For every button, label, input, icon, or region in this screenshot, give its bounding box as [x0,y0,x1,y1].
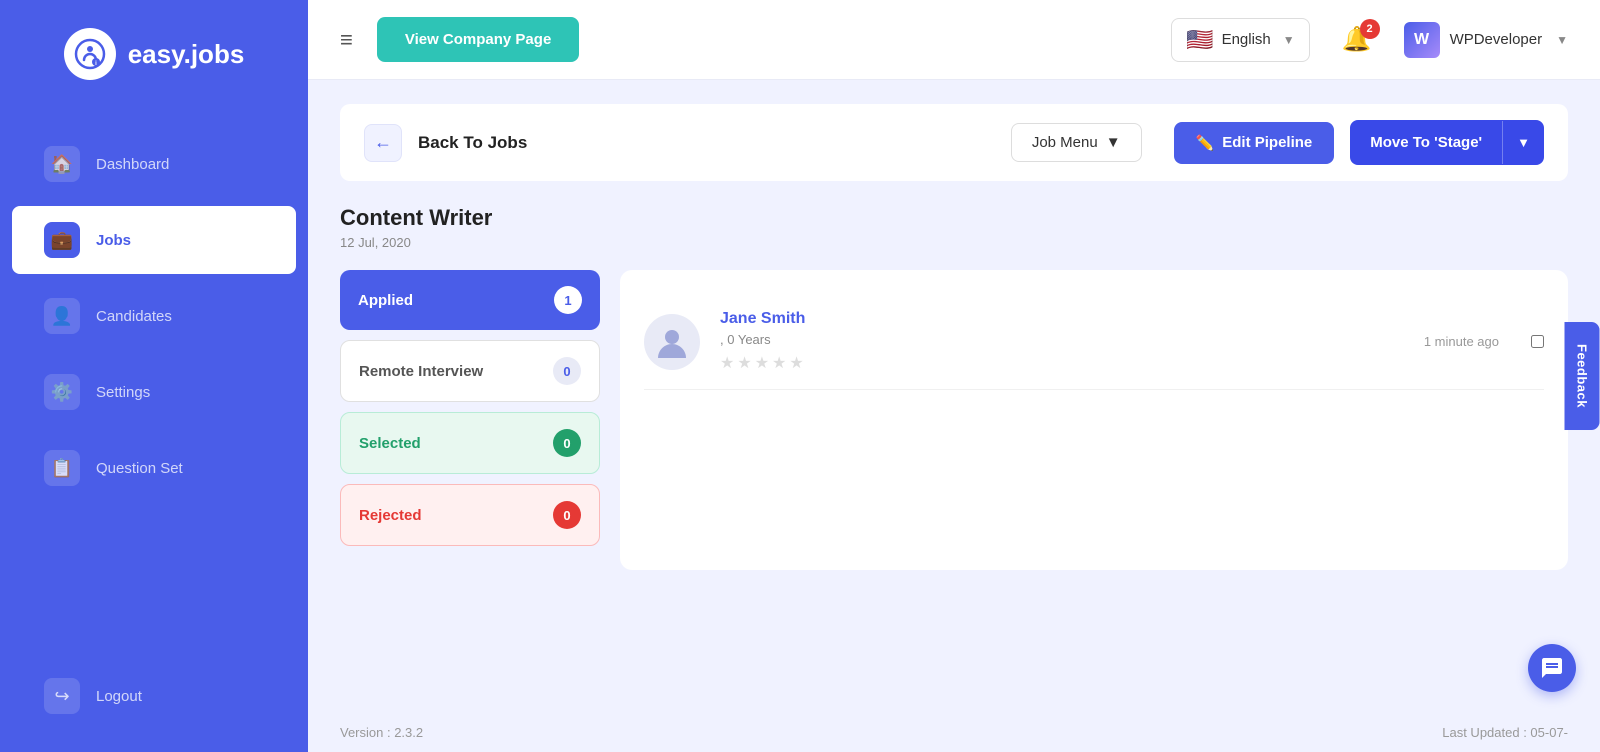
stages-column: Applied 1 Remote Interview 0 Selected 0 … [340,270,600,546]
sidebar-item-jobs[interactable]: 💼 Jobs [12,206,296,274]
candidate-name[interactable]: Jane Smith [720,310,1404,328]
stage-selected-label: Selected [359,435,421,452]
candidate-select-checkbox[interactable] [1531,335,1544,348]
main-content: ≡ View Company Page 🇺🇸 English ▼ 🔔 2 W W… [308,0,1600,752]
back-label: Back To Jobs [418,133,995,153]
back-button[interactable]: ← [364,124,402,162]
job-menu-label: Job Menu [1032,134,1098,151]
star-5[interactable]: ★ [789,353,803,373]
last-updated-label: Last Updated : 05-07- [1442,725,1568,740]
stage-applied-count: 1 [554,286,582,314]
candidate-experience: , 0 Years [720,332,1404,347]
candidate-avatar [644,314,700,370]
stage-remote-label: Remote Interview [359,363,483,380]
sidebar-item-question-set[interactable]: 📋 Question Set [12,434,296,502]
logout-button[interactable]: ↪ Logout [12,662,296,730]
logo-text: easy.jobs [128,39,245,70]
move-to-stage-label: Move To 'Stage' [1350,120,1502,165]
language-chevron-icon: ▼ [1283,33,1295,47]
sidebar-logo: i easy.jobs [0,0,308,108]
stage-rejected[interactable]: Rejected 0 [340,484,600,546]
star-2[interactable]: ★ [737,353,751,373]
chat-bubble[interactable] [1528,644,1576,692]
candidates-icon: 👤 [44,298,80,334]
view-company-button[interactable]: View Company Page [377,17,579,62]
back-bar: ← Back To Jobs Job Menu ▼ ✏️ Edit Pipeli… [340,104,1568,181]
sidebar-item-settings[interactable]: ⚙️ Settings [12,358,296,426]
job-date: 12 Jul, 2020 [340,235,1568,250]
star-3[interactable]: ★ [755,353,769,373]
stage-applied-label: Applied [358,292,413,309]
logo-icon: i [64,28,116,80]
stage-remote-count: 0 [553,357,581,385]
candidate-area: Jane Smith , 0 Years ★ ★ ★ ★ ★ [620,270,1568,570]
sidebar-logout-section: ↪ Logout [0,640,308,752]
stage-remote-interview[interactable]: Remote Interview 0 [340,340,600,402]
edit-pipeline-button[interactable]: ✏️ Edit Pipeline [1174,122,1335,164]
stage-applied[interactable]: Applied 1 [340,270,600,330]
user-chevron-icon: ▼ [1556,33,1568,47]
sidebar-nav: 🏠 Dashboard 💼 Jobs 👤 Candidates ⚙️ Setti… [0,108,308,640]
feedback-tab[interactable]: Feedback [1565,322,1600,430]
move-to-stage-chevron-icon[interactable]: ▼ [1502,121,1544,164]
edit-pipeline-label: Edit Pipeline [1222,134,1312,151]
candidate-info: Jane Smith , 0 Years ★ ★ ★ ★ ★ [720,310,1404,373]
user-avatar: W [1404,22,1440,58]
move-to-stage-button[interactable]: Move To 'Stage' ▼ [1350,120,1544,165]
job-title: Content Writer [340,205,1568,231]
candidate-time: 1 minute ago [1424,334,1499,349]
star-1[interactable]: ★ [720,353,734,373]
pipeline: Applied 1 Remote Interview 0 Selected 0 … [340,270,1568,570]
language-label: English [1222,31,1271,48]
job-title-section: Content Writer 12 Jul, 2020 [340,205,1568,250]
settings-icon: ⚙️ [44,374,80,410]
version-label: Version : 2.3.2 [340,725,423,740]
stage-selected[interactable]: Selected 0 [340,412,600,474]
candidate-card: Jane Smith , 0 Years ★ ★ ★ ★ ★ [644,294,1544,390]
notification-badge: 2 [1360,19,1380,39]
menu-icon[interactable]: ≡ [340,27,353,53]
flag-icon: 🇺🇸 [1186,27,1213,53]
language-selector[interactable]: 🇺🇸 English ▼ [1171,18,1310,62]
job-menu-button[interactable]: Job Menu ▼ [1011,123,1142,162]
sidebar: i easy.jobs 🏠 Dashboard 💼 Jobs 👤 Candida… [0,0,308,752]
stage-selected-count: 0 [553,429,581,457]
logout-icon: ↪ [44,678,80,714]
stage-rejected-count: 0 [553,501,581,529]
jobs-icon: 💼 [44,222,80,258]
star-4[interactable]: ★ [772,353,786,373]
question-set-icon: 📋 [44,450,80,486]
edit-icon: ✏️ [1196,134,1215,152]
content-area: ← Back To Jobs Job Menu ▼ ✏️ Edit Pipeli… [308,80,1600,713]
job-menu-chevron-icon: ▼ [1106,134,1121,151]
user-name: WPDeveloper [1450,31,1543,48]
home-icon: 🏠 [44,146,80,182]
notifications-bell[interactable]: 🔔 2 [1342,25,1372,54]
footer: Version : 2.3.2 Last Updated : 05-07- [308,713,1600,752]
star-rating[interactable]: ★ ★ ★ ★ ★ [720,353,1404,373]
sidebar-item-candidates[interactable]: 👤 Candidates [12,282,296,350]
sidebar-item-dashboard[interactable]: 🏠 Dashboard [12,130,296,198]
topbar: ≡ View Company Page 🇺🇸 English ▼ 🔔 2 W W… [308,0,1600,80]
stage-rejected-label: Rejected [359,507,422,524]
user-menu[interactable]: W WPDeveloper ▼ [1404,22,1568,58]
